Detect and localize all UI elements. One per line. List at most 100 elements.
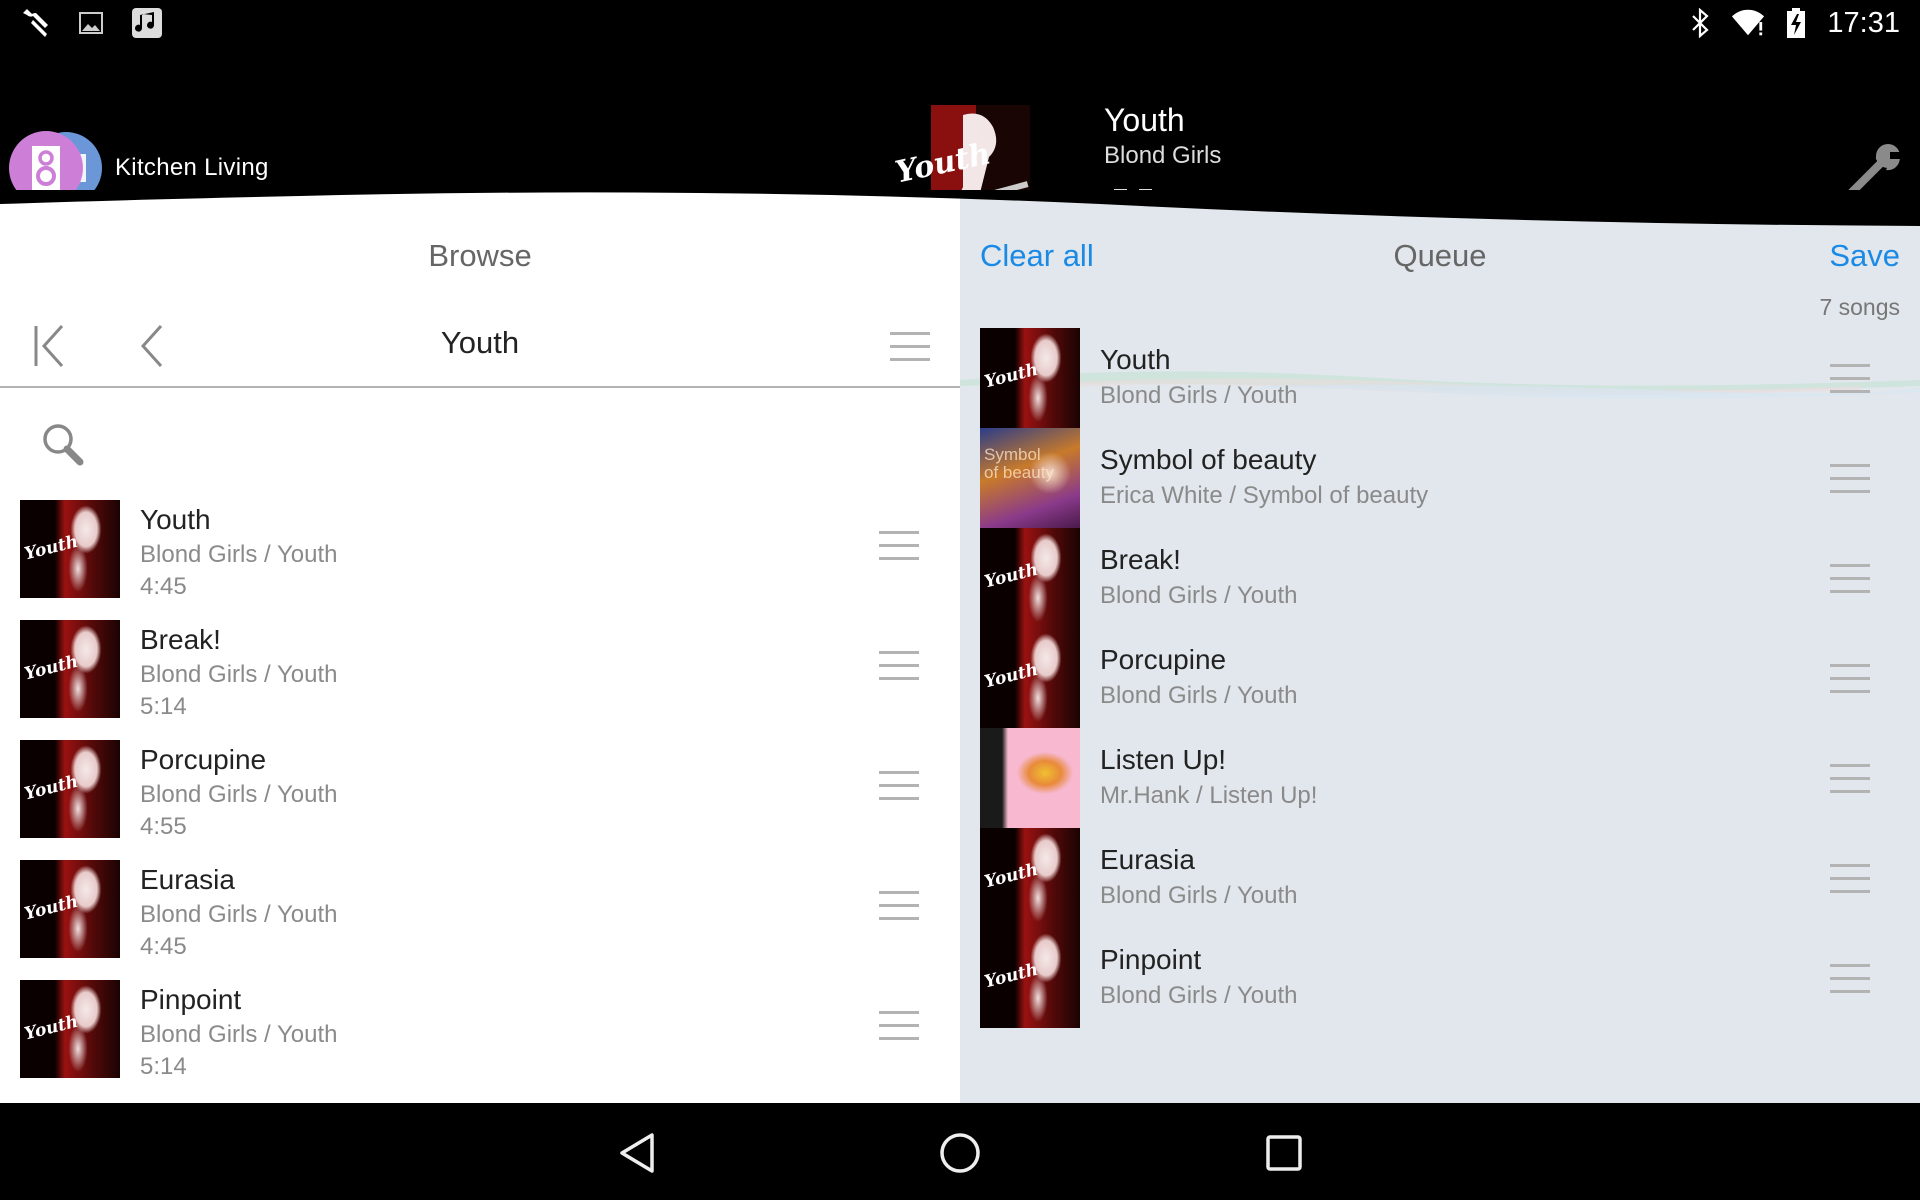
song-title: Porcupine bbox=[1100, 644, 1227, 675]
song-artist-album: Blond Girls / Youth bbox=[140, 1021, 338, 1048]
drag-handle-icon[interactable] bbox=[1830, 564, 1870, 594]
search-icon[interactable] bbox=[40, 422, 86, 468]
item-menu-icon[interactable] bbox=[879, 891, 919, 921]
song-artist-album: Blond Girls / Youth bbox=[1100, 982, 1298, 1009]
album-art bbox=[20, 980, 120, 1078]
song-duration: 4:45 bbox=[140, 933, 187, 960]
song-title: Break! bbox=[140, 624, 221, 655]
item-menu-icon[interactable] bbox=[879, 651, 919, 681]
album-art bbox=[980, 928, 1080, 1028]
drag-handle-icon[interactable] bbox=[1830, 364, 1870, 394]
item-menu-icon[interactable] bbox=[879, 1011, 919, 1041]
album-art bbox=[20, 620, 120, 718]
browse-list-item[interactable]: Eurasia Blond Girls / Youth 4:45 bbox=[0, 858, 960, 978]
album-art bbox=[980, 728, 1080, 828]
search-row bbox=[0, 390, 960, 480]
browse-current-location: Youth bbox=[440, 325, 520, 360]
song-duration: 4:45 bbox=[140, 573, 187, 600]
bluetooth-icon bbox=[1683, 6, 1717, 40]
item-menu-icon[interactable] bbox=[879, 771, 919, 801]
song-duration: 4:55 bbox=[140, 813, 187, 840]
battery-charging-icon bbox=[1779, 6, 1813, 40]
drag-handle-icon[interactable] bbox=[1830, 664, 1870, 694]
save-queue-button[interactable]: Save bbox=[1829, 238, 1900, 274]
album-art bbox=[980, 328, 1080, 428]
nav-recents-button[interactable] bbox=[1260, 1131, 1308, 1175]
song-title: Youth bbox=[1100, 344, 1171, 375]
browse-list-item[interactable]: Pinpoint Blond Girls / Youth 5:14 bbox=[0, 978, 960, 1098]
browse-toolbar: Youth bbox=[0, 298, 960, 388]
song-title: Listen Up! bbox=[1100, 744, 1227, 775]
album-art bbox=[20, 500, 120, 598]
nav-back-button[interactable] bbox=[614, 1131, 662, 1175]
wrench-icon bbox=[18, 6, 52, 40]
song-artist-album: Blond Girls / Youth bbox=[1100, 882, 1298, 909]
queue-panel: Clear all Queue Save 7 songs Youth Blond… bbox=[960, 190, 1920, 1103]
queue-list: Youth Blond Girls / Youth Symbol of beau… bbox=[960, 328, 1920, 1028]
song-artist-album: Blond Girls / Youth bbox=[140, 661, 338, 688]
song-title: Eurasia bbox=[1100, 844, 1195, 875]
music-note-icon bbox=[130, 6, 164, 40]
browse-list: Youth Blond Girls / Youth 4:45 Break! Bl… bbox=[0, 498, 960, 1098]
queue-list-item[interactable]: Pinpoint Blond Girls / Youth bbox=[960, 928, 1920, 1028]
queue-song-count: 7 songs bbox=[1819, 294, 1900, 320]
status-bar: 17:31 bbox=[0, 0, 1920, 50]
browse-menu-button[interactable] bbox=[886, 322, 934, 370]
album-art bbox=[980, 528, 1080, 628]
song-title: Youth bbox=[140, 504, 211, 535]
song-artist-album: Blond Girls / Youth bbox=[1100, 382, 1298, 409]
queue-title: Queue bbox=[1393, 238, 1487, 273]
drag-handle-icon[interactable] bbox=[1830, 964, 1870, 994]
queue-list-item[interactable]: Youth Blond Girls / Youth bbox=[960, 328, 1920, 428]
clock: 17:31 bbox=[1827, 6, 1900, 39]
album-art bbox=[980, 628, 1080, 728]
song-artist-album: Blond Girls / Youth bbox=[1100, 682, 1298, 709]
queue-list-item[interactable]: Listen Up! Mr.Hank / Listen Up! bbox=[960, 728, 1920, 828]
song-title: Break! bbox=[1100, 544, 1181, 575]
recents-square-icon bbox=[1266, 1135, 1302, 1171]
now-playing-artist: Blond Girls bbox=[1104, 142, 1222, 169]
nav-home-button[interactable] bbox=[936, 1131, 984, 1175]
song-artist-album: Mr.Hank / Listen Up! bbox=[1100, 782, 1318, 809]
home-circle-icon bbox=[940, 1133, 980, 1173]
browse-title: Browse bbox=[428, 238, 532, 273]
song-artist-album: Blond Girls / Youth bbox=[1100, 582, 1298, 609]
item-menu-icon[interactable] bbox=[879, 531, 919, 561]
queue-list-item[interactable]: Porcupine Blond Girls / Youth bbox=[960, 628, 1920, 728]
hamburger-menu-icon bbox=[890, 331, 930, 371]
browse-list-item[interactable]: Porcupine Blond Girls / Youth 4:55 bbox=[0, 738, 960, 858]
search-input[interactable] bbox=[100, 414, 920, 470]
song-artist-album: Blond Girls / Youth bbox=[140, 541, 338, 568]
song-title: Porcupine bbox=[140, 744, 267, 775]
song-duration: 5:14 bbox=[140, 693, 187, 720]
drag-handle-icon[interactable] bbox=[1830, 464, 1870, 494]
browse-list-item[interactable]: Break! Blond Girls / Youth 5:14 bbox=[0, 618, 960, 738]
song-artist-album: Blond Girls / Youth bbox=[140, 781, 338, 808]
drag-handle-icon[interactable] bbox=[1830, 764, 1870, 794]
wifi-alert-icon bbox=[1731, 6, 1765, 40]
song-artist-album: Blond Girls / Youth bbox=[140, 901, 338, 928]
header-curve bbox=[0, 190, 1920, 226]
browse-panel: Browse Youth Youth Youth Blond Girls / Y… bbox=[0, 190, 960, 1103]
drag-handle-icon[interactable] bbox=[1830, 864, 1870, 894]
song-title: Eurasia bbox=[140, 864, 235, 895]
main-content: Browse Youth Youth Youth Blond Girls / Y… bbox=[0, 190, 1920, 1103]
song-title: Pinpoint bbox=[1100, 944, 1202, 975]
queue-list-item[interactable]: Symbol of beauty Erica White / Symbol of… bbox=[960, 428, 1920, 528]
browse-list-item[interactable]: Youth Blond Girls / Youth 4:45 bbox=[0, 498, 960, 618]
album-art bbox=[20, 740, 120, 838]
app-screen: 17:31 Kitchen Living Youth Youth Blond G… bbox=[0, 0, 1920, 1200]
song-title: Pinpoint bbox=[140, 984, 242, 1015]
now-playing-title: Youth bbox=[1104, 102, 1185, 138]
song-title: Symbol of beauty bbox=[1100, 444, 1317, 475]
song-artist-album: Erica White / Symbol of beauty bbox=[1100, 482, 1429, 509]
album-art bbox=[980, 828, 1080, 928]
song-duration: 5:14 bbox=[140, 1053, 187, 1080]
system-nav-bar bbox=[0, 1103, 1920, 1200]
back-triangle-icon bbox=[620, 1133, 654, 1173]
album-art bbox=[980, 428, 1080, 528]
queue-list-item[interactable]: Eurasia Blond Girls / Youth bbox=[960, 828, 1920, 928]
queue-list-item[interactable]: Break! Blond Girls / Youth bbox=[960, 528, 1920, 628]
room-names[interactable]: Kitchen Living bbox=[115, 154, 269, 182]
image-icon bbox=[74, 6, 108, 40]
